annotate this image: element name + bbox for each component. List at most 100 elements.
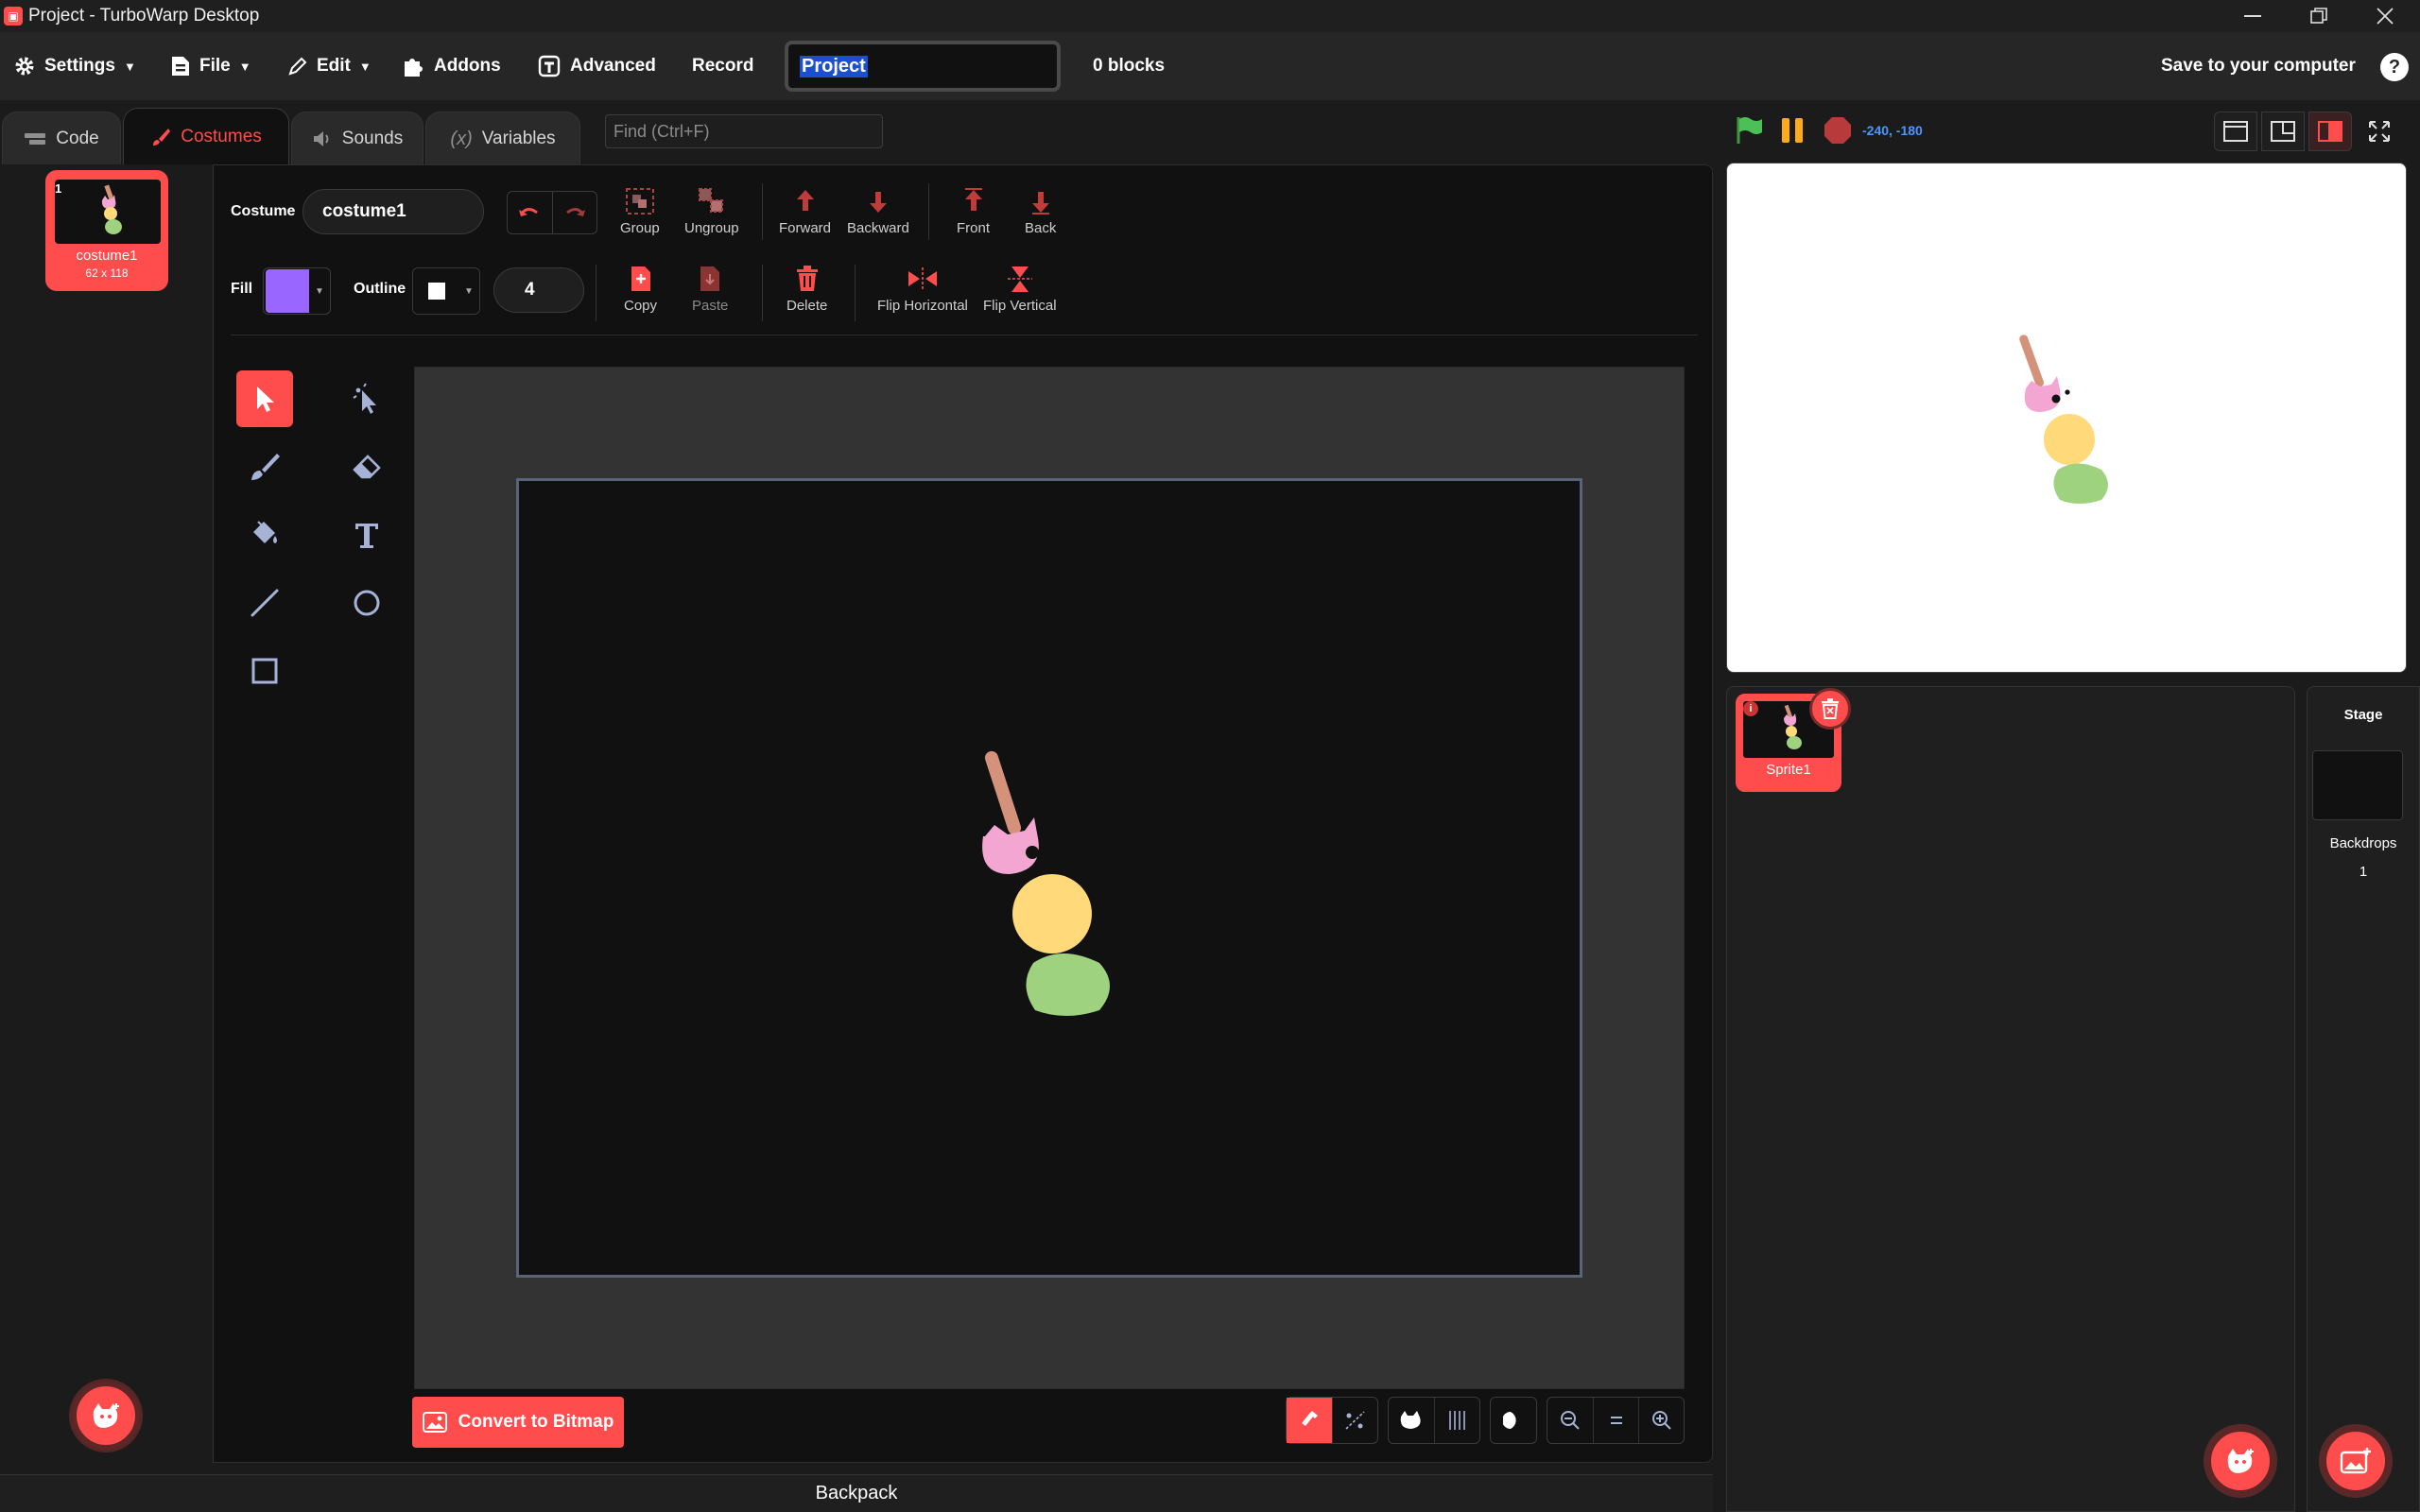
- trash-icon: [796, 266, 818, 291]
- advanced-menu[interactable]: Advanced: [537, 32, 656, 100]
- tab-sounds[interactable]: Sounds: [291, 112, 424, 166]
- costume-thumbnail: [55, 180, 161, 244]
- outline-width-value: 4: [525, 280, 535, 300]
- back-icon: [1031, 192, 1049, 215]
- fill-tool[interactable]: [236, 507, 293, 563]
- costume-tile[interactable]: 1 costume1 62 x 118: [45, 170, 168, 291]
- delete-sprite-button[interactable]: [1809, 688, 1851, 730]
- cat-add-icon: [93, 1403, 119, 1428]
- reshape-icon: [353, 383, 376, 414]
- line-tool[interactable]: [236, 575, 293, 631]
- chevron-down-icon: ▼: [464, 285, 474, 297]
- backward-button[interactable]: Backward: [847, 187, 909, 236]
- sprite-info-icon[interactable]: i: [1743, 701, 1758, 716]
- stage-thumbnail[interactable]: [2312, 750, 2403, 820]
- stop-button[interactable]: [1823, 115, 1853, 146]
- undo-button[interactable]: [508, 192, 552, 233]
- add-sprite-button[interactable]: [2206, 1427, 2274, 1495]
- edit-label: Edit: [317, 56, 351, 76]
- magnet-snap-button[interactable]: [1287, 1398, 1332, 1443]
- text-tool[interactable]: [338, 507, 395, 563]
- reshape-tool[interactable]: [338, 370, 395, 427]
- help-button[interactable]: ?: [2380, 53, 2409, 81]
- delete-button[interactable]: Delete: [786, 265, 827, 314]
- help-icon: ?: [2388, 56, 2401, 77]
- rectangle-icon: [251, 658, 278, 684]
- close-window-button[interactable]: [2352, 0, 2418, 32]
- snap-points-icon: [1344, 1411, 1365, 1430]
- save-to-computer-button[interactable]: Save to your computer: [2161, 32, 2356, 100]
- pixel-grid-button[interactable]: [1434, 1398, 1479, 1443]
- tab-costumes[interactable]: Costumes: [123, 108, 289, 166]
- copy-label: Copy: [624, 298, 658, 314]
- record-button[interactable]: Record: [692, 32, 753, 100]
- circle-tool[interactable]: [338, 575, 395, 631]
- settings-menu[interactable]: Settings ▼: [13, 32, 136, 100]
- outline-width-input[interactable]: 4: [493, 267, 584, 313]
- pause-button[interactable]: [1779, 115, 1807, 146]
- large-stage-button[interactable]: [2308, 112, 2352, 151]
- group-label: Group: [620, 220, 660, 236]
- addons-button[interactable]: Addons: [401, 32, 501, 100]
- tab-code[interactable]: Code: [2, 112, 121, 166]
- costume-name-input[interactable]: costume1: [302, 189, 484, 234]
- tab-code-label: Code: [56, 129, 99, 148]
- small-stage-button[interactable]: [2214, 112, 2257, 151]
- add-costume-button[interactable]: [72, 1382, 140, 1450]
- paint-canvas[interactable]: [516, 478, 1582, 1278]
- project-title-input[interactable]: Project: [785, 41, 1061, 92]
- minimize-button[interactable]: [2220, 0, 2286, 32]
- stage-canvas[interactable]: [1726, 163, 2407, 673]
- green-flag-button[interactable]: [1734, 115, 1764, 146]
- fullscreen-button[interactable]: [2367, 119, 2392, 144]
- edit-menu[interactable]: Edit ▼: [287, 32, 372, 100]
- tab-variables-label: Variables: [481, 129, 556, 148]
- brush-tool[interactable]: [236, 438, 293, 495]
- add-backdrop-button[interactable]: [2322, 1427, 2390, 1495]
- zoom-in-button[interactable]: [1638, 1398, 1684, 1443]
- normal-stage-button[interactable]: [2261, 112, 2305, 151]
- zoom-out-button[interactable]: [1547, 1398, 1593, 1443]
- flip-vertical-button[interactable]: Flip Vertical: [983, 265, 1057, 314]
- restore-button[interactable]: [2286, 0, 2352, 32]
- brush-icon: [153, 129, 171, 146]
- window-title: Project - TurboWarp Desktop: [28, 6, 260, 26]
- outline-color-picker[interactable]: ▼: [412, 267, 480, 315]
- dark-mode-button[interactable]: [1491, 1398, 1536, 1443]
- group-button[interactable]: Group: [620, 187, 660, 236]
- convert-to-bitmap-button[interactable]: Convert to Bitmap: [412, 1397, 624, 1448]
- backward-label: Backward: [847, 220, 909, 236]
- ungroup-button[interactable]: Ungroup: [684, 187, 739, 236]
- view-controls: [1388, 1397, 1480, 1444]
- forward-button[interactable]: Forward: [779, 187, 831, 236]
- rectangle-tool[interactable]: [236, 643, 293, 699]
- copy-button[interactable]: Copy: [624, 265, 657, 314]
- file-menu[interactable]: File ▼: [170, 32, 251, 100]
- image-add-icon: [2340, 1448, 2371, 1474]
- costume-list: [0, 164, 214, 1463]
- onion-skin-button[interactable]: [1389, 1398, 1434, 1443]
- eraser-tool[interactable]: [338, 438, 395, 495]
- front-button[interactable]: Front: [957, 187, 990, 236]
- flip-vertical-label: Flip Vertical: [983, 298, 1057, 314]
- zoom-reset-button[interactable]: [1593, 1398, 1638, 1443]
- find-input[interactable]: Find (Ctrl+F): [605, 114, 883, 148]
- copy-icon: [631, 266, 650, 291]
- back-button[interactable]: Back: [1025, 187, 1056, 236]
- sprite-name: Sprite1: [1766, 762, 1811, 778]
- tab-variables[interactable]: (x) Variables: [425, 112, 580, 166]
- line-icon: [251, 589, 279, 617]
- backpack-bar[interactable]: Backpack: [0, 1474, 1713, 1512]
- select-tool[interactable]: [236, 370, 293, 427]
- tab-costumes-label: Costumes: [181, 127, 262, 146]
- stop-icon: [1824, 117, 1851, 144]
- flip-horizontal-button[interactable]: Flip Horizontal: [877, 265, 968, 314]
- backdrops-label: Backdrops: [2329, 835, 2397, 851]
- redo-button[interactable]: [551, 192, 597, 233]
- backward-icon: [869, 192, 887, 213]
- fill-color-picker[interactable]: ▼: [263, 267, 331, 315]
- puzzle-icon: [405, 59, 423, 77]
- paste-button[interactable]: Paste: [692, 265, 728, 314]
- snap-points-button[interactable]: [1332, 1398, 1377, 1443]
- brush-icon: [251, 454, 280, 480]
